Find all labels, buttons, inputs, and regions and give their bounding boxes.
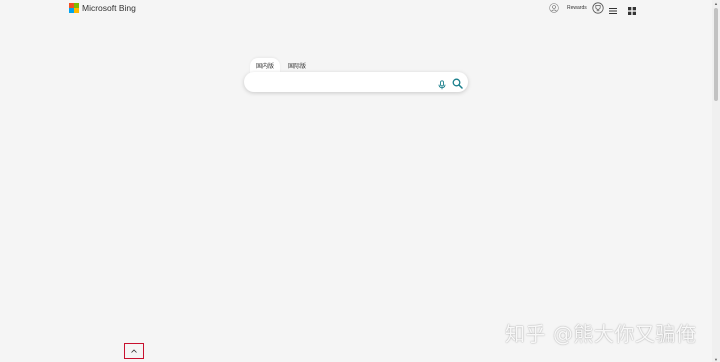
scroll-up-arrow-icon[interactable]: ▲ (712, 0, 720, 6)
tab-international[interactable]: 国际版 (282, 58, 312, 73)
rewards-trophy-icon[interactable] (592, 2, 604, 14)
rewards-link[interactable]: Rewards (567, 5, 587, 11)
top-bar: Microsoft Bing Rewards (0, 0, 712, 18)
hamburger-menu-icon[interactable] (608, 3, 618, 14)
region-tabs: 国内版 国际版 (250, 58, 312, 73)
watermark: 知乎 @熊大你又骗俺 (505, 322, 697, 346)
logo-text: Microsoft Bing (82, 3, 136, 13)
chevron-up-icon (131, 349, 137, 353)
scroll-down-arrow-icon[interactable]: ▼ (712, 356, 720, 362)
scroll-up-button[interactable] (124, 343, 144, 359)
search-icon[interactable] (452, 76, 463, 89)
tab-domestic[interactable]: 国内版 (250, 58, 281, 73)
search-box (244, 72, 468, 92)
user-avatar-icon[interactable] (548, 2, 560, 14)
scrollbar-thumb[interactable] (714, 8, 718, 101)
search-input[interactable] (254, 76, 428, 90)
microphone-icon[interactable] (437, 77, 447, 90)
apps-grid-icon[interactable] (627, 3, 637, 15)
bing-logo[interactable]: Microsoft Bing (69, 3, 136, 13)
header-tools: Rewards (548, 2, 604, 14)
microsoft-logo-icon (69, 3, 79, 13)
